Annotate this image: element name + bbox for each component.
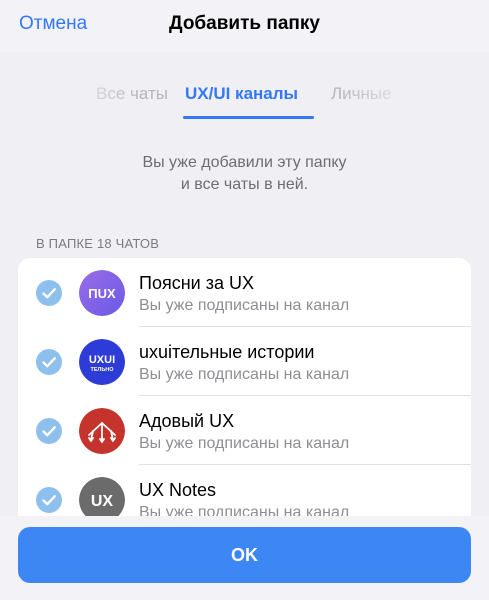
tab-personal[interactable]: Личные xyxy=(331,84,392,104)
chat-row-uxuitelnye-istorii[interactable]: UXUI ТЕЛЬНО uxuiтельные истории Вы уже п… xyxy=(18,327,471,396)
ok-button[interactable]: OK xyxy=(18,527,471,583)
chat-title: UX Notes xyxy=(139,480,217,500)
avatar: ПUX xyxy=(79,270,125,316)
info-line-2: и все чаты в ней. xyxy=(180,176,309,193)
trident-icon xyxy=(79,408,125,454)
chat-subtitle: Вы уже подписаны на канал xyxy=(139,366,350,383)
avatar-text: UX xyxy=(91,493,114,510)
chat-row-adovyi-ux[interactable]: Адовый UX Вы уже подписаны на канал xyxy=(18,396,471,465)
avatar-text: UXUI xyxy=(89,354,115,366)
checkmark-icon[interactable] xyxy=(36,280,62,306)
chat-title: Адовый UX xyxy=(139,411,235,431)
chat-subtitle: Вы уже подписаны на канал xyxy=(139,297,350,314)
tab-ux-ui-channels[interactable]: UX/UI каналы xyxy=(185,84,298,104)
chat-subtitle: Вы уже подписаны на канал xyxy=(139,435,350,452)
chat-title: uxuiтельные истории xyxy=(139,342,315,362)
chat-row-poyasni-za-ux[interactable]: ПUX Поясни за UX Вы уже подписаны на кан… xyxy=(18,258,471,327)
checkmark-icon[interactable] xyxy=(36,418,62,444)
active-tab-indicator xyxy=(183,116,314,119)
checkmark-icon[interactable] xyxy=(36,487,62,513)
avatar-text: ПUX xyxy=(88,286,116,301)
chat-list: ПUX Поясни за UX Вы уже подписаны на кан… xyxy=(18,258,471,548)
info-line-1: Вы уже добавили эту папку xyxy=(142,154,347,171)
avatar-subtext: ТЕЛЬНО xyxy=(90,367,114,373)
section-header: В ПАПКЕ 18 ЧАТОВ xyxy=(36,236,160,251)
folder-tabs: Все чаты UX/UI каналы Личные xyxy=(0,60,489,124)
checkmark-icon[interactable] xyxy=(36,349,62,375)
nav-header: Отмена Добавить папку xyxy=(0,0,489,52)
page-title: Добавить папку xyxy=(169,13,320,34)
avatar: UXUI ТЕЛЬНО xyxy=(79,339,125,385)
tab-all-chats[interactable]: Все чаты xyxy=(96,84,168,104)
info-message: Вы уже добавили эту папку и все чаты в н… xyxy=(0,152,489,196)
chat-title: Поясни за UX xyxy=(139,273,254,293)
